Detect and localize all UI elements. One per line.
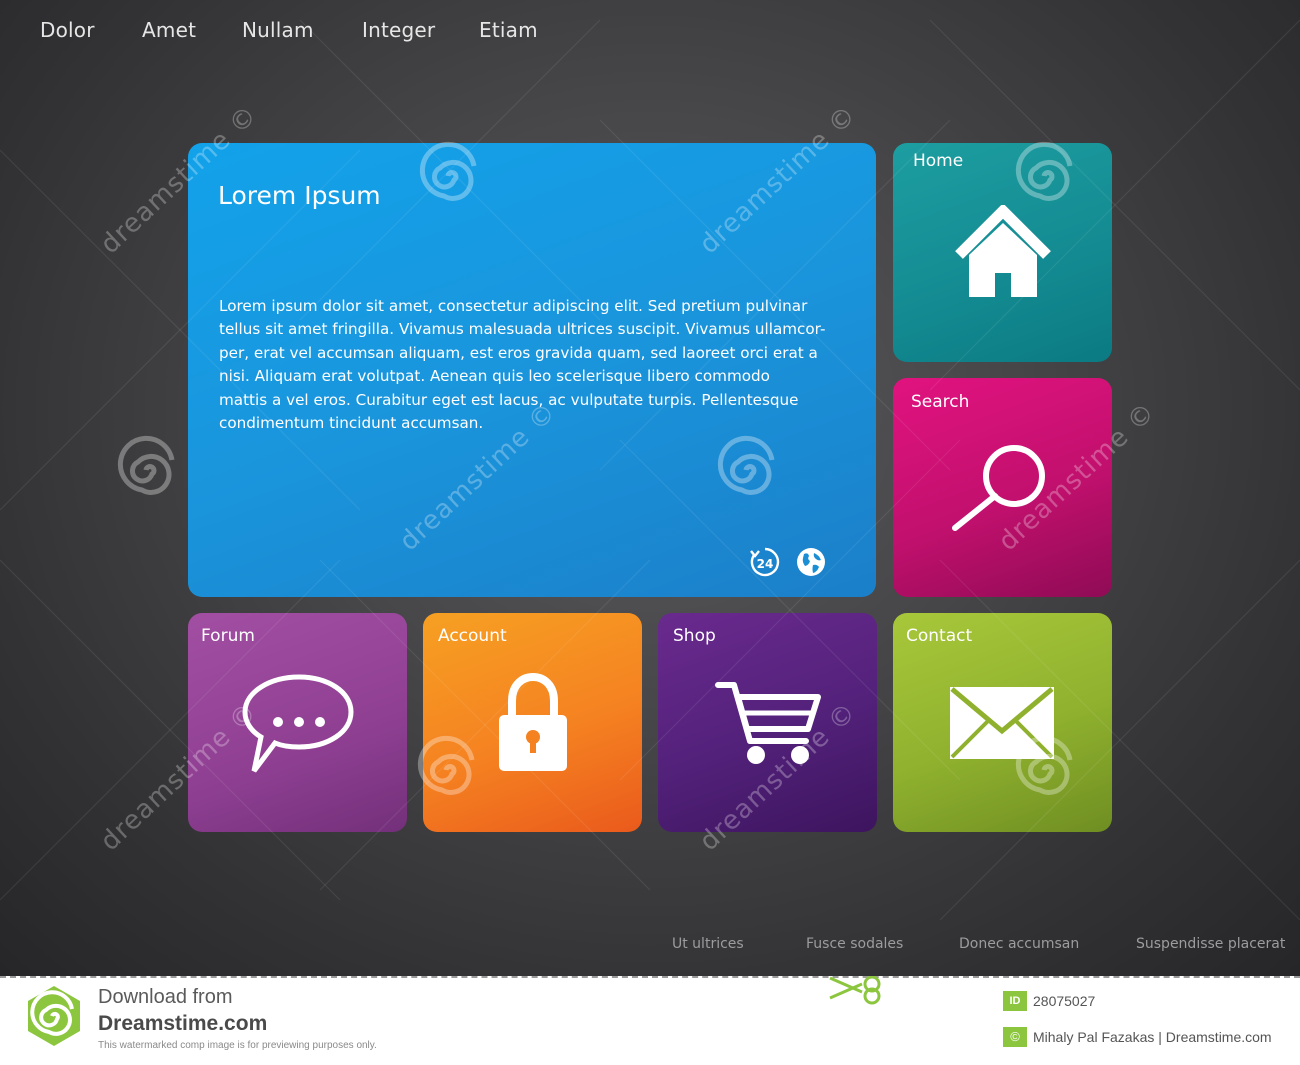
tile-shop[interactable]: Shop [658, 613, 877, 832]
top-nav-item-dolor[interactable]: Dolor [40, 18, 95, 42]
top-nav-item-amet[interactable]: Amet [142, 18, 196, 42]
padlock-icon [496, 672, 570, 777]
top-nav: Dolor Amet Nullam Integer Etiam [0, 18, 700, 48]
id-badge: ID [1003, 991, 1027, 1011]
shopping-cart-icon [714, 679, 824, 771]
tile-contact[interactable]: Contact [893, 613, 1112, 832]
home-icon [951, 203, 1055, 305]
hero-panel: Lorem Ipsum Lorem ipsum dolor sit amet, … [188, 143, 876, 597]
hero-body-line: mattis a vel eros. Curabitur eget est la… [219, 390, 799, 409]
magnifier-icon [949, 442, 1057, 538]
tile-home-label: Home [913, 151, 964, 171]
hero-title: Lorem Ipsum [218, 181, 381, 210]
globe-icon[interactable] [794, 545, 828, 579]
banner-download-from: Download from [98, 986, 233, 1008]
tile-forum[interactable]: Forum [188, 613, 407, 832]
tile-search-label: Search [911, 392, 970, 412]
speech-bubble-icon [240, 671, 358, 781]
dreamstime-logo-icon [22, 984, 86, 1048]
cut-line [0, 976, 1300, 978]
top-nav-item-nullam[interactable]: Nullam [242, 18, 314, 42]
tile-forum-label: Forum [201, 626, 255, 646]
page-background: Dolor Amet Nullam Integer Etiam Lorem Ip… [0, 0, 1300, 976]
tile-home[interactable]: Home [893, 143, 1112, 362]
banner-disclaimer: This watermarked comp image is for previ… [98, 1040, 377, 1051]
stock-banner: Download from Dreamstime.com This waterm… [0, 975, 1300, 1065]
top-nav-item-integer[interactable]: Integer [362, 18, 435, 42]
tile-account-label: Account [438, 626, 507, 646]
banner-site-name[interactable]: Dreamstime.com [98, 1012, 267, 1036]
tile-shop-label: Shop [673, 626, 716, 646]
svg-text:24: 24 [757, 557, 774, 571]
hero-body-line: Lorem ipsum dolor sit amet, consectetur … [219, 297, 808, 315]
footer-nav-item-suspendisse-placerat[interactable]: Suspendisse placerat [1136, 936, 1285, 952]
hero-body-line: tellus sit amet fringilla. Vivamus males… [219, 320, 826, 339]
top-nav-item-etiam[interactable]: Etiam [479, 18, 538, 42]
hero-body-line: nisi. Aliquam erat volutpat. Aenean quis… [219, 367, 770, 386]
hero-icons: 24 [748, 545, 838, 579]
footer-nav-item-donec-accumsan[interactable]: Donec accumsan [959, 936, 1079, 952]
footer-nav-item-ut-ultrices[interactable]: Ut ultrices [672, 936, 744, 952]
image-id-value: 28075027 [1033, 993, 1096, 1009]
footer-nav-item-fusce-sodales[interactable]: Fusce sodales [806, 936, 903, 952]
tile-contact-label: Contact [906, 626, 973, 646]
hero-body-line: condimentum tincidunt accumsan. [219, 414, 484, 433]
tile-account[interactable]: Account [423, 613, 642, 832]
hero-body-line: per, erat vel accumsan aliquam, est eros… [219, 343, 818, 362]
tile-search[interactable]: Search [893, 378, 1112, 597]
credit-text: Mihaly Pal Fazakas | Dreamstime.com [1033, 1029, 1272, 1045]
24-hour-icon[interactable]: 24 [748, 545, 782, 579]
scissors-icon [828, 975, 890, 1006]
envelope-icon [948, 685, 1056, 765]
copyright-badge: © [1003, 1027, 1027, 1047]
hero-body-text: Lorem ipsum dolor sit amet, consectetur … [219, 295, 859, 435]
